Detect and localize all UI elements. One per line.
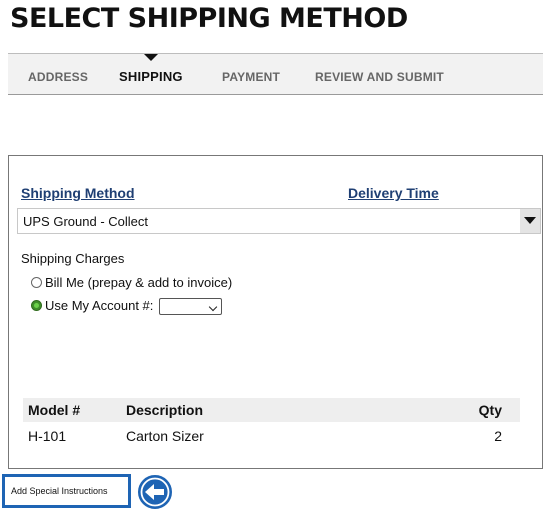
- description-cell: Carton Sizer: [126, 427, 204, 444]
- table-row: H-101 Carton Sizer 2: [23, 422, 520, 449]
- bill-me-label: Bill Me (prepay & add to invoice): [45, 275, 233, 290]
- use-my-account-label: Use My Account #:: [45, 298, 154, 313]
- checkout-steps: ADDRESS SHIPPING PAYMENT REVIEW AND SUBM…: [8, 53, 543, 95]
- use-my-account-radio[interactable]: [31, 300, 42, 311]
- delivery-time-header[interactable]: Delivery Time: [348, 185, 439, 201]
- add-special-instructions-label: Add Special Instructions: [11, 486, 108, 496]
- model-column-header: Model #: [23, 398, 121, 422]
- order-items-table: Model # Description Qty H-101 Carton Siz…: [23, 398, 520, 449]
- chevron-down-icon: [524, 217, 536, 224]
- step-review-and-submit[interactable]: REVIEW AND SUBMIT: [315, 70, 444, 84]
- option-use-my-account[interactable]: Use My Account #:: [31, 298, 223, 316]
- model-cell: H-101: [28, 427, 67, 444]
- select-arrow-area[interactable]: [520, 209, 540, 233]
- step-shipping[interactable]: SHIPPING: [119, 69, 183, 84]
- table-header-row: Model # Description Qty: [23, 398, 520, 422]
- account-number-select[interactable]: [159, 298, 223, 316]
- qty-column-header: Qty: [382, 398, 520, 422]
- shipping-panel: Shipping Method Delivery Time UPS Ground…: [8, 155, 543, 469]
- add-special-instructions-button[interactable]: Add Special Instructions: [2, 474, 131, 508]
- description-column-header: Description: [121, 398, 383, 422]
- active-step-pointer-icon: [144, 54, 158, 61]
- qty-cell: 2: [494, 427, 502, 444]
- page-title: SELECT SHIPPING METHOD: [10, 3, 408, 34]
- bill-me-radio[interactable]: [31, 277, 42, 288]
- shipping-charges-label: Shipping Charges: [21, 251, 125, 266]
- shipping-method-select[interactable]: UPS Ground - Collect: [17, 208, 541, 234]
- option-bill-me[interactable]: Bill Me (prepay & add to invoice): [31, 275, 232, 290]
- step-address[interactable]: ADDRESS: [28, 70, 88, 84]
- shipping-method-value: UPS Ground - Collect: [23, 214, 148, 229]
- shipping-method-header[interactable]: Shipping Method: [21, 185, 135, 201]
- left-arrow-icon: [138, 475, 172, 509]
- step-payment[interactable]: PAYMENT: [222, 70, 280, 84]
